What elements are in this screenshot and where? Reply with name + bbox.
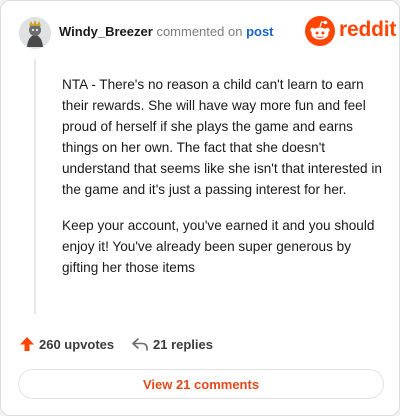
reddit-logo-icon (305, 16, 335, 46)
comment-body: NTA - There's no reason a child can't le… (62, 74, 387, 293)
action-text: commented on (156, 24, 243, 39)
comment-actions: 260 upvotes 21 replies (19, 333, 389, 355)
avatar[interactable] (19, 17, 51, 49)
username-link[interactable]: Windy_Breezer (59, 24, 153, 39)
comment-meta: Windy_Breezer commented on post (59, 24, 274, 39)
reply-icon (132, 338, 148, 351)
upvote-count: 260 upvotes (39, 336, 115, 352)
comment-paragraph: NTA - There's no reason a child can't le… (62, 77, 382, 197)
comment-paragraph: Keep your account, you've earned it and … (62, 218, 375, 275)
comment-header: Windy_Breezer commented on post reddit (19, 15, 396, 51)
comment-card: Windy_Breezer commented on post reddit N… (0, 0, 400, 416)
view-comments-button[interactable]: View 21 comments (18, 369, 384, 399)
thread-line[interactable] (34, 59, 36, 314)
reddit-wordmark: reddit (339, 18, 397, 41)
upvote-arrow-icon (20, 337, 34, 351)
replies-button[interactable]: 21 replies (131, 333, 213, 355)
upvote-button[interactable]: 260 upvotes (19, 333, 114, 355)
post-link[interactable]: post (246, 24, 273, 39)
reddit-brand[interactable]: reddit (305, 15, 396, 47)
reply-count: 21 replies (153, 336, 213, 352)
